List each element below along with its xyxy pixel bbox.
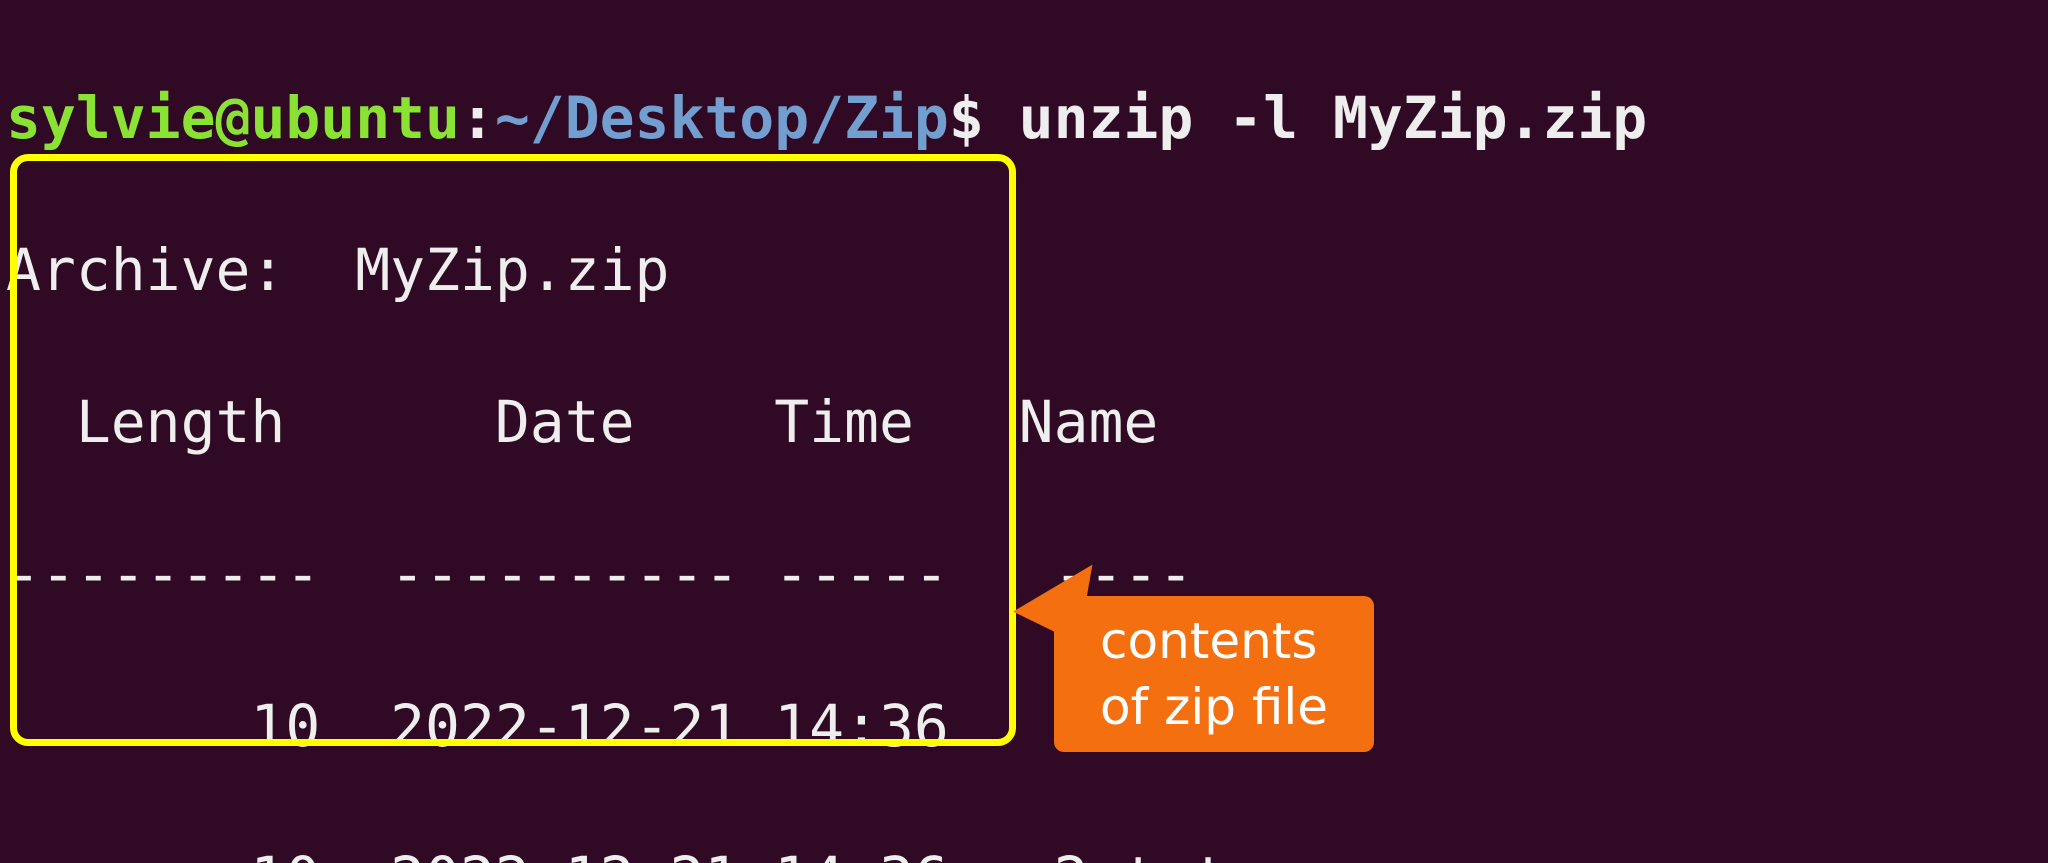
prompt-host: ubuntu — [250, 84, 460, 152]
prompt-at: @ — [216, 84, 251, 152]
table-row: 10 2022-12-21 14:36 1.txt — [6, 688, 2042, 764]
command: unzip -l MyZip.zip — [984, 84, 1647, 152]
archive-line: Archive: MyZip.zip — [6, 232, 2042, 308]
table-header: Length Date Time Name — [6, 384, 2042, 460]
prompt-dollar: $ — [949, 84, 984, 152]
table-separator: --------- ---------- ----- ---- — [6, 536, 2042, 612]
prompt-path: ~/Desktop/Zip — [495, 84, 949, 152]
terminal[interactable]: sylvie@ubuntu:~/Desktop/Zip$ unzip -l My… — [0, 0, 2048, 863]
prompt-line: sylvie@ubuntu:~/Desktop/Zip$ unzip -l My… — [6, 80, 2042, 156]
prompt-colon: : — [460, 84, 495, 152]
table-row: 10 2022-12-21 14:36 2.txt — [6, 840, 2042, 863]
prompt-user: sylvie — [6, 84, 216, 152]
